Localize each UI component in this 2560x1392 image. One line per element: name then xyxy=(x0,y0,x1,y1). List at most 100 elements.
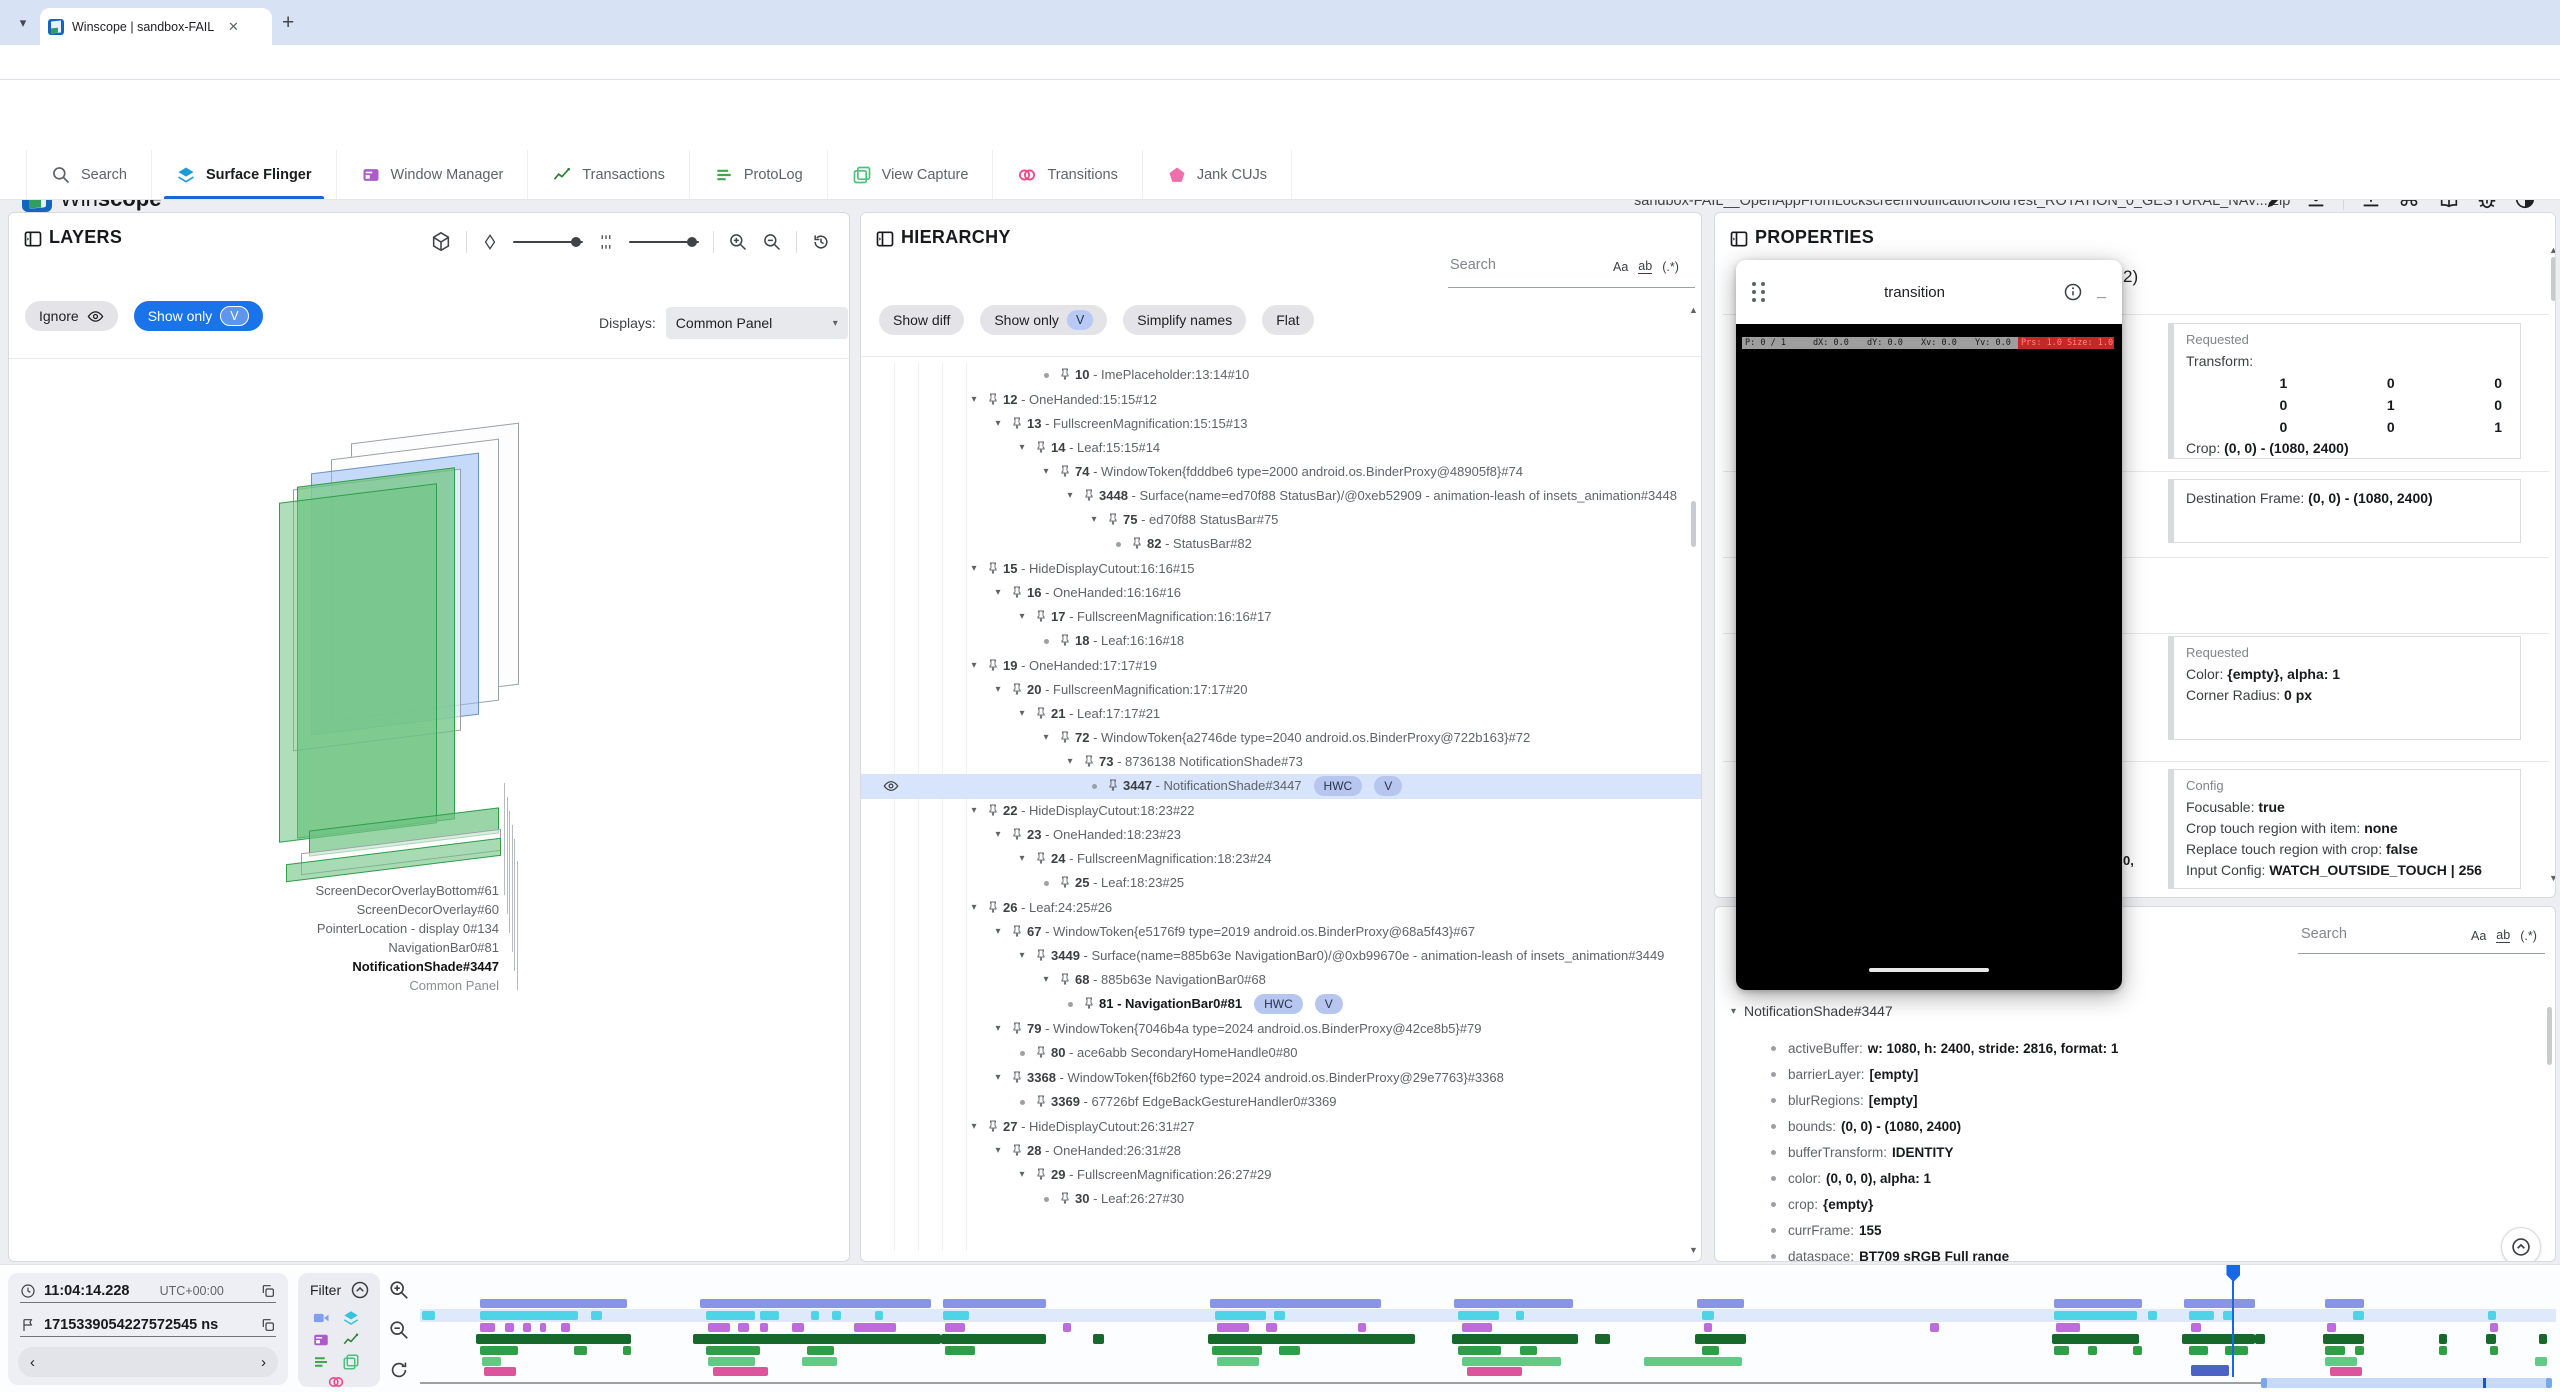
expand-arrow-icon[interactable]: ▾ xyxy=(1015,436,1029,460)
protolog-event[interactable] xyxy=(1212,1346,1261,1355)
hierarchy-node-12[interactable]: ▾12 - OneHanded:15:15#12 xyxy=(861,388,1701,412)
hierarchy-node-21[interactable]: ▾21 - Leaf:17:17#21 xyxy=(861,702,1701,726)
surface-flinger-event[interactable] xyxy=(422,1311,435,1320)
view-capture-event[interactable] xyxy=(482,1357,501,1366)
screen-recording-event[interactable] xyxy=(2325,1299,2363,1308)
surface-flinger-event[interactable] xyxy=(591,1311,602,1320)
window-manager-event[interactable] xyxy=(708,1323,729,1332)
pin-icon[interactable] xyxy=(1059,876,1071,888)
expand-arrow-icon[interactable]: ▾ xyxy=(1015,702,1029,726)
tab-protolog[interactable]: ProtoLog xyxy=(690,150,828,199)
protolog-event[interactable] xyxy=(2054,1346,2069,1355)
scroll-down-icon[interactable]: ▼ xyxy=(2549,873,2556,883)
window-manager-event[interactable] xyxy=(2490,1323,2499,1332)
hierarchy-node-14[interactable]: ▾14 - Leaf:15:15#14 xyxy=(861,436,1701,460)
window-manager-event[interactable] xyxy=(760,1323,769,1332)
hierarchy-node-24[interactable]: ▾24 - FullscreenMagnification:18:23#24 xyxy=(861,847,1701,871)
transitions-event[interactable] xyxy=(2330,1367,2362,1376)
pin-icon[interactable] xyxy=(1011,1071,1023,1083)
protolog-icon[interactable] xyxy=(312,1353,330,1371)
protolog-event[interactable] xyxy=(706,1346,759,1355)
transactions-event[interactable] xyxy=(476,1334,632,1344)
hierarchy-node-3447[interactable]: 3447 - NotificationShade#3447HWCV xyxy=(861,774,1701,799)
surface-flinger-event[interactable] xyxy=(760,1311,779,1320)
expand-arrow-icon[interactable]: ▾ xyxy=(967,654,981,678)
protolog-event[interactable] xyxy=(2355,1346,2364,1355)
expand-arrow-icon[interactable]: ▾ xyxy=(991,823,1005,847)
tab-search-icon[interactable]: ▾ xyxy=(12,12,34,34)
hierarchy-node-29[interactable]: ▾29 - FullscreenMagnification:26:27#29 xyxy=(861,1163,1701,1187)
window-manager-event[interactable] xyxy=(505,1323,514,1332)
collapse-filter-icon[interactable] xyxy=(350,1280,370,1300)
expand-arrow-icon[interactable]: ▾ xyxy=(967,1115,981,1139)
view-capture-event[interactable] xyxy=(708,1357,755,1366)
hierarchy-node-22[interactable]: ▾22 - HideDisplayCutout:18:23#22 xyxy=(861,799,1701,823)
property-row-barrierLayer[interactable]: barrierLayer:[empty] xyxy=(1715,1061,2555,1087)
hierarchy-node-81[interactable]: 81 - NavigationBar0#81HWCV xyxy=(861,992,1701,1017)
window-manager-event[interactable] xyxy=(792,1323,805,1332)
show-diff-chip[interactable]: Show diff xyxy=(879,305,964,335)
pin-icon[interactable] xyxy=(1035,1046,1047,1058)
protolog-event[interactable] xyxy=(574,1346,587,1355)
copy-icon[interactable] xyxy=(260,1283,276,1299)
protolog-event[interactable] xyxy=(480,1346,518,1355)
hierarchy-node-26[interactable]: ▾26 - Leaf:24:25#26 xyxy=(861,896,1701,920)
protolog-event[interactable] xyxy=(2490,1346,2499,1355)
simplify-names-chip[interactable]: Simplify names xyxy=(1123,305,1246,335)
pin-icon[interactable] xyxy=(1035,949,1047,961)
screen-recording-event[interactable] xyxy=(700,1299,931,1308)
transactions-event[interactable] xyxy=(2439,1334,2448,1344)
surface-flinger-event[interactable] xyxy=(811,1311,820,1320)
hierarchy-node-3448[interactable]: ▾3448 - Surface(name=ed70f88 StatusBar)/… xyxy=(861,484,1701,508)
expand-arrow-icon[interactable]: ▾ xyxy=(967,388,981,412)
displays-dropdown[interactable]: Common Panel ▾ xyxy=(666,307,848,339)
transition-preview-window[interactable]: transition _ P: 0 / 1dX: 0.0dY: 0.0Xv: 0… xyxy=(1736,260,2122,990)
pin-icon[interactable] xyxy=(1035,707,1047,719)
human-time-input[interactable]: 11:04:14.228 xyxy=(44,1283,129,1299)
property-row-color[interactable]: color:(0, 0, 0), alpha: 1 xyxy=(1715,1165,2555,1191)
pin-icon[interactable] xyxy=(1083,755,1095,767)
screen-recording-event[interactable] xyxy=(2054,1299,2142,1308)
protolog-event[interactable] xyxy=(2439,1346,2448,1355)
hierarchy-scrollbar[interactable] xyxy=(1691,501,1696,547)
view-capture-event[interactable] xyxy=(1644,1357,1742,1366)
surface-flinger-event[interactable] xyxy=(706,1311,755,1320)
trace-tracks[interactable] xyxy=(420,1265,2556,1392)
protolog-event[interactable] xyxy=(2189,1346,2208,1355)
hierarchy-node-67[interactable]: ▾67 - WindowToken{e5176f9 type=2019 andr… xyxy=(861,920,1701,944)
protolog-event[interactable] xyxy=(2325,1346,2344,1355)
window-manager-event[interactable] xyxy=(540,1323,546,1332)
screen-recording-event[interactable] xyxy=(1210,1299,1381,1308)
panel-dock-icon[interactable] xyxy=(1729,229,1749,249)
timeline-cursor[interactable] xyxy=(2232,1267,2234,1377)
property-row-crop[interactable]: crop:{empty} xyxy=(1715,1191,2555,1217)
transactions-event[interactable] xyxy=(2486,1334,2497,1344)
tab-view-capture[interactable]: View Capture xyxy=(828,150,994,199)
frame-step-control[interactable]: ‹ › xyxy=(18,1347,278,1377)
hierarchy-node-25[interactable]: 25 - Leaf:18:23#25 xyxy=(861,871,1701,896)
expand-arrow-icon[interactable]: ▾ xyxy=(1039,726,1053,750)
scroll-to-top-button[interactable] xyxy=(2501,1227,2541,1262)
surface-flinger-event[interactable] xyxy=(1702,1311,1715,1320)
hierarchy-node-3369[interactable]: 3369 - 67726bf EdgeBackGestureHandler0#3… xyxy=(861,1090,1701,1115)
view-capture-event[interactable] xyxy=(2535,1357,2548,1366)
expand-arrow-icon[interactable]: ▾ xyxy=(1015,944,1029,968)
screen-recording-event[interactable] xyxy=(1697,1299,1744,1308)
pin-icon[interactable] xyxy=(1107,513,1119,525)
show-only-chip[interactable]: Show only V xyxy=(134,301,263,331)
hierarchy-node-20[interactable]: ▾20 - FullscreenMagnification:17:17#20 xyxy=(861,678,1701,702)
pin-icon[interactable] xyxy=(1035,1095,1047,1107)
expand-arrow-icon[interactable]: ▾ xyxy=(1015,847,1029,871)
pin-icon[interactable] xyxy=(1059,973,1071,985)
layer-rect[interactable] xyxy=(279,483,437,842)
hierarchy-node-13[interactable]: ▾13 - FullscreenMagnification:15:15#13 xyxy=(861,412,1701,436)
surface-flinger-event[interactable] xyxy=(2353,1311,2364,1320)
reset-view-icon[interactable] xyxy=(811,232,831,252)
ignore-chip[interactable]: Ignore xyxy=(25,301,118,331)
surface-flinger-event[interactable] xyxy=(832,1311,841,1320)
expand-arrow-icon[interactable]: ▾ xyxy=(1063,750,1077,774)
pin-icon[interactable] xyxy=(1059,465,1071,477)
pin-icon[interactable] xyxy=(1011,586,1023,598)
expand-arrow-icon[interactable]: ▾ xyxy=(1063,484,1077,508)
window-manager-event[interactable] xyxy=(1930,1323,1939,1332)
